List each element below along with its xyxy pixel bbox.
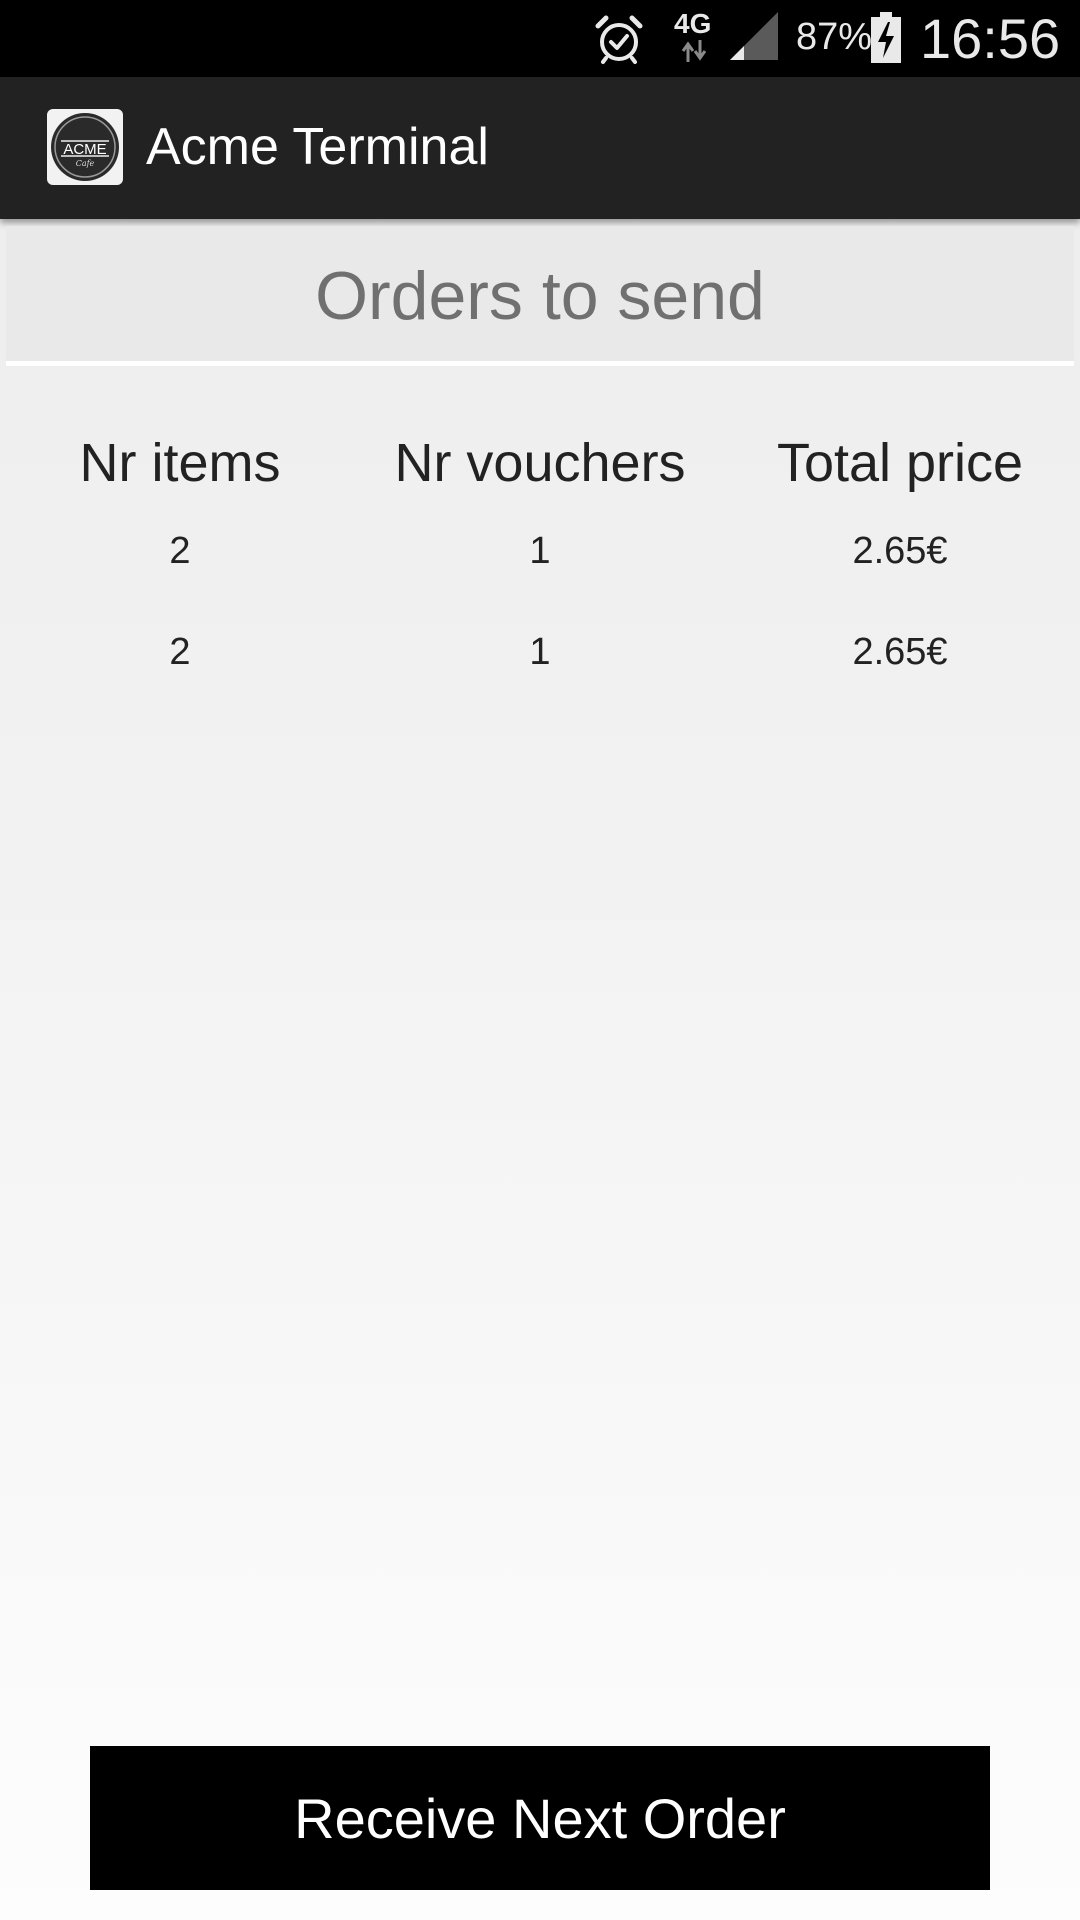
page-title: Orders to send	[315, 258, 765, 334]
orders-table: Nr items Nr vouchers Total price 2 1 2.6…	[0, 420, 1080, 722]
network-indicator: 4G	[672, 8, 718, 64]
status-bar: 4G 87% 16:56	[0, 0, 1080, 77]
table-row: 2 1 2.65€	[0, 621, 1080, 722]
acme-logo-icon: ACME Cafe	[47, 109, 123, 185]
receive-next-order-button[interactable]: Receive Next Order	[90, 1746, 990, 1890]
cell-nr-vouchers: 1	[529, 631, 551, 673]
network-type-label: 4G	[674, 8, 712, 39]
screen: 4G 87% 16:56 ACME Cafe Acme Terminal Ord…	[0, 0, 1080, 1920]
svg-text:Cafe: Cafe	[76, 159, 95, 168]
cell-total-price: 2.65€	[852, 631, 948, 673]
column-header-total-price: Total price	[776, 433, 1024, 493]
table-header-row: Nr items Nr vouchers Total price	[0, 420, 1080, 520]
app-title: Acme Terminal	[146, 118, 489, 176]
svg-text:ACME: ACME	[63, 141, 106, 158]
battery-charging-icon	[871, 12, 901, 63]
signal-icon	[730, 12, 778, 60]
table-row: 2 1 2.65€	[0, 520, 1080, 621]
cell-nr-items: 2	[169, 631, 191, 673]
battery-percent: 87%	[796, 16, 873, 58]
cell-total-price: 2.65€	[852, 530, 948, 572]
column-header-nr-items: Nr items	[79, 433, 281, 493]
cell-nr-vouchers: 1	[529, 530, 551, 572]
alarm-icon	[595, 15, 643, 64]
column-header-nr-vouchers: Nr vouchers	[394, 433, 686, 493]
action-bar: ACME Cafe Acme Terminal	[0, 77, 1080, 219]
section-header: Orders to send	[6, 226, 1074, 366]
cell-nr-items: 2	[169, 530, 191, 572]
arrows-updown-icon	[681, 40, 707, 62]
status-clock: 16:56	[920, 7, 1061, 70]
